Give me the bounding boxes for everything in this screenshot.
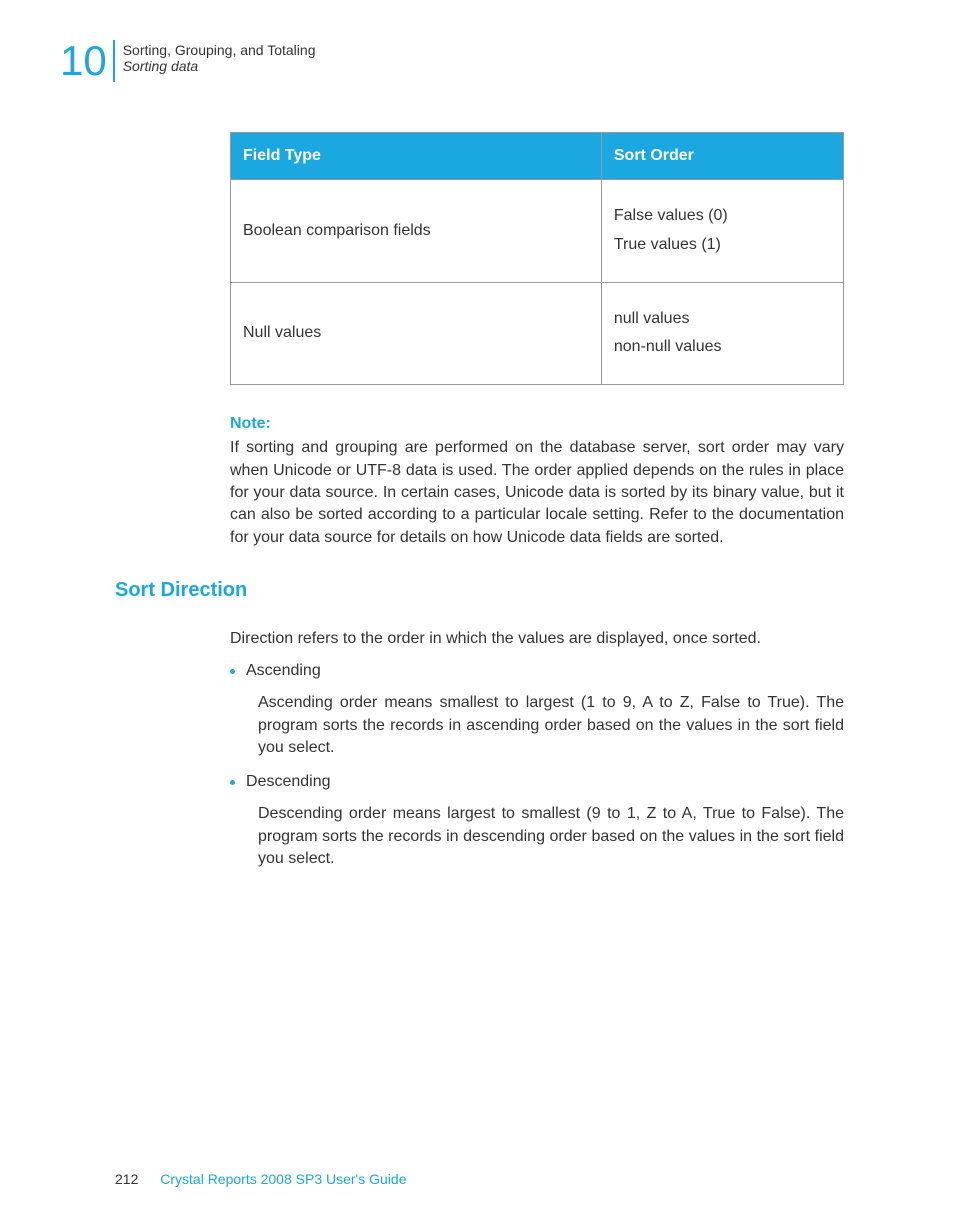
table-cell-field-type: Boolean comparison fields xyxy=(231,180,602,283)
bullet-label: Ascending xyxy=(246,662,844,680)
bullet-label: Descending xyxy=(246,773,844,791)
bullet-list: Ascending Ascending order means smallest… xyxy=(230,662,844,870)
table-row: Boolean comparison fields False values (… xyxy=(231,180,844,283)
list-item: Descending Descending order means larges… xyxy=(246,773,844,870)
bullet-icon xyxy=(230,780,235,785)
cell-line: non-null values xyxy=(614,333,831,362)
chapter-divider xyxy=(113,40,115,82)
section-intro: Direction refers to the order in which t… xyxy=(230,630,844,648)
footer-doc-title: Crystal Reports 2008 SP3 User's Guide xyxy=(160,1171,406,1187)
note-label: Note: xyxy=(230,415,844,433)
chapter-subtitle: Sorting data xyxy=(123,58,316,74)
table-cell-field-type: Null values xyxy=(231,282,602,385)
cell-line: null values xyxy=(614,305,831,334)
table-cell-sort-order: False values (0) True values (1) xyxy=(601,180,843,283)
note-text: If sorting and grouping are performed on… xyxy=(230,437,844,549)
table-cell-sort-order: null values non-null values xyxy=(601,282,843,385)
section-content: Direction refers to the order in which t… xyxy=(230,630,844,870)
content-area: Field Type Sort Order Boolean comparison… xyxy=(230,132,844,549)
chapter-title: Sorting, Grouping, and Totaling xyxy=(123,42,316,58)
bullet-description: Descending order means largest to smalle… xyxy=(258,803,844,870)
list-item: Ascending Ascending order means smallest… xyxy=(246,662,844,759)
table-header-row: Field Type Sort Order xyxy=(231,133,844,180)
chapter-number: 10 xyxy=(60,40,107,82)
bullet-icon xyxy=(230,669,235,674)
page-header: 10 Sorting, Grouping, and Totaling Sorti… xyxy=(60,40,894,82)
cell-line: False values (0) xyxy=(614,202,831,231)
sort-order-table: Field Type Sort Order Boolean comparison… xyxy=(230,132,844,385)
cell-line: True values (1) xyxy=(614,231,831,260)
table-row: Null values null values non-null values xyxy=(231,282,844,385)
page-footer: 212 Crystal Reports 2008 SP3 User's Guid… xyxy=(115,1171,406,1187)
section-heading-sort-direction: Sort Direction xyxy=(115,579,894,602)
bullet-description: Ascending order means smallest to larges… xyxy=(258,692,844,759)
page-number: 212 xyxy=(115,1171,138,1187)
table-header-field-type: Field Type xyxy=(231,133,602,180)
chapter-titles: Sorting, Grouping, and Totaling Sorting … xyxy=(123,40,316,74)
table-header-sort-order: Sort Order xyxy=(601,133,843,180)
